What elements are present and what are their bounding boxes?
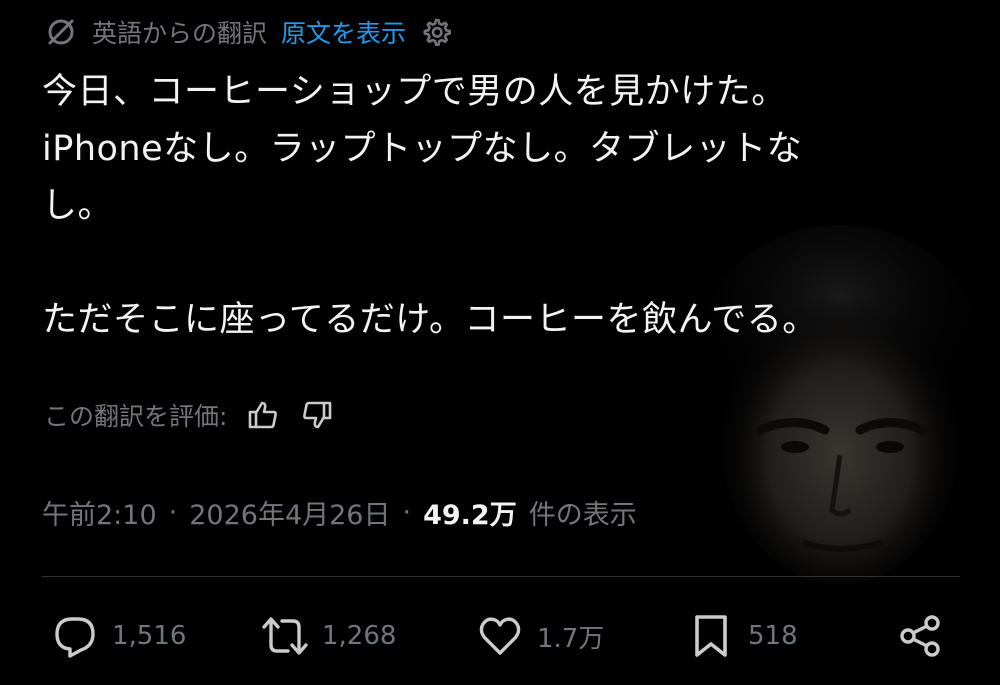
bookmark-button[interactable]: 518 [686, 606, 798, 666]
meta-separator: · [168, 496, 178, 528]
retweet-icon [260, 611, 310, 661]
rate-translation-label: この翻訳を評価: [44, 402, 228, 431]
views-label[interactable]: 件の表示 [529, 493, 637, 532]
show-original-link[interactable]: 原文を表示 [281, 14, 406, 50]
reply-count: 1,516 [112, 621, 187, 651]
translation-label: 英語からの翻訳 [92, 19, 268, 48]
tweet-text-line: ただそこに座ってるだけ。コーヒーを飲んでる。 [42, 300, 818, 340]
reply-button[interactable]: 1,516 [50, 606, 186, 666]
action-bar: 1,516 1,268 1.7万 518 [0, 606, 1000, 666]
reply-icon [50, 611, 100, 661]
retweet-count: 1,268 [322, 621, 397, 651]
like-count: 1.7万 [537, 623, 605, 654]
gear-icon[interactable] [420, 16, 452, 48]
bookmark-icon [686, 611, 736, 661]
share-icon [895, 611, 945, 661]
thumbs-down-icon[interactable] [299, 397, 335, 433]
share-button[interactable] [895, 606, 957, 666]
tweet-time[interactable]: 午前2:10 [42, 493, 157, 532]
tweet-text-line: iPhoneなし。ラップトップなし。タブレットな [42, 129, 803, 169]
tweet-text-line: 今日、コーヒーショップで男の人を見かけた。 [42, 72, 787, 112]
tweet-meta: 午前2:10 · 2026年4月26日 · 49.2万 件の表示 [42, 490, 637, 534]
divider [42, 576, 960, 577]
tweet-text-line: し。 [42, 186, 114, 226]
bookmark-count: 518 [748, 621, 798, 651]
thumbs-up-icon[interactable] [245, 397, 281, 433]
tweet-date[interactable]: 2026年4月26日 [189, 493, 390, 532]
heart-icon [475, 611, 525, 661]
rate-translation: この翻訳を評価: [44, 393, 335, 437]
translation-header: 英語からの翻訳 原文を表示 [44, 12, 452, 52]
tweet-text: 今日、コーヒーショップで男の人を見かけた。 iPhoneなし。ラップトップなし。… [42, 64, 912, 349]
no-translate-icon [44, 15, 78, 49]
like-button[interactable]: 1.7万 [475, 606, 604, 666]
meta-separator: · [402, 496, 412, 528]
retweet-button[interactable]: 1,268 [260, 606, 396, 666]
views-count[interactable]: 49.2万 [423, 493, 517, 532]
